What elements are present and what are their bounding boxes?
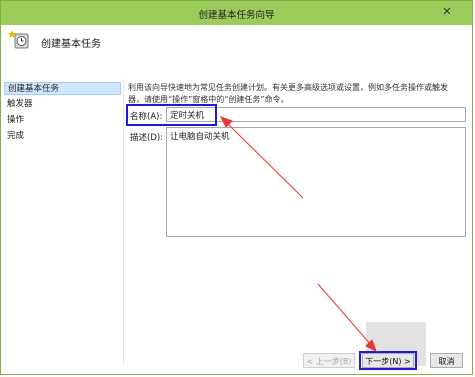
close-icon[interactable]: ✕ [430, 3, 464, 21]
sidebar-item-create-basic-task[interactable]: 创建基本任务 [4, 82, 121, 95]
intro-text: 利用该向导快速地为常见任务创建计划。有关更多高级选项或设置，例如多任务操作或触发… [128, 82, 463, 106]
description-label: 描述(D): [130, 133, 164, 143]
sidebar-item-action[interactable]: 操作 [7, 114, 24, 127]
window-title: 创建基本任务向导 [198, 10, 275, 21]
title-bar: 创建基本任务向导 ✕ [1, 1, 472, 25]
intro-line-1: 利用该向导快速地为常见任务创建计划。有关更多高级选项或设置，例如多任务操作或触发 [128, 83, 448, 92]
wizard-steps-sidebar: 创建基本任务 触发器 操作 完成 [4, 79, 124, 364]
cancel-button[interactable]: 取消 [430, 353, 463, 368]
task-scheduler-icon [8, 30, 29, 49]
wizard-header: 创建基本任务 [1, 25, 472, 75]
sidebar-item-finish[interactable]: 完成 [7, 130, 24, 143]
sidebar-item-trigger[interactable]: 触发器 [7, 98, 33, 111]
page-title: 创建基本任务 [41, 39, 101, 50]
name-highlight-box [126, 104, 217, 126]
back-button[interactable]: < 上一步(B) [303, 353, 355, 368]
next-highlight-box [359, 351, 417, 370]
description-field[interactable]: 让电脑自动关机 [166, 127, 466, 237]
